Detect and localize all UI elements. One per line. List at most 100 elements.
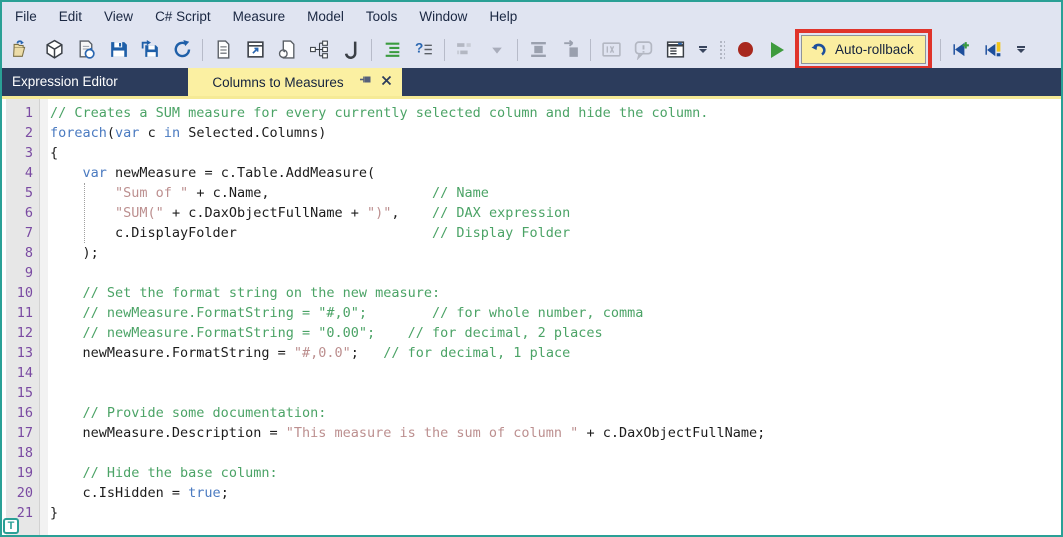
run-add-icon[interactable] bbox=[950, 39, 972, 61]
save-icon[interactable] bbox=[107, 39, 129, 61]
code-line: foreach(var c in Selected.Columns) bbox=[50, 125, 327, 141]
refresh-icon[interactable] bbox=[171, 39, 193, 61]
pin-icon[interactable] bbox=[359, 73, 372, 91]
code-line: { bbox=[50, 145, 59, 161]
code-line: "SUM(" + c.DaxObjectFullName + ")", // D… bbox=[115, 205, 571, 221]
toolbar: ? Auto-rollback bbox=[2, 29, 1061, 70]
line-number: 16 bbox=[16, 405, 33, 421]
toolbar-separator bbox=[517, 38, 518, 61]
line-number-gutter: 1 2 3 4 5 6 7 8 9 10 11 12 13 14 15 16 17 18 19 20 21 bbox=[6, 99, 40, 535]
perspective-select-icon bbox=[454, 39, 476, 61]
svg-text:?: ? bbox=[415, 41, 423, 56]
expression-brackets-icon bbox=[600, 39, 622, 61]
drag-grip[interactable] bbox=[719, 39, 725, 60]
save-as-icon[interactable] bbox=[139, 39, 161, 61]
code-line: } bbox=[50, 505, 59, 521]
toolbar-separator bbox=[202, 38, 203, 61]
tabular-editor-badge-icon: T bbox=[3, 518, 19, 534]
toolbar-separator bbox=[939, 38, 941, 61]
auto-rollback-label: Auto-rollback bbox=[835, 41, 914, 57]
code-line: // newMeasure.FormatString = "#,0"; // f… bbox=[82, 305, 644, 321]
code-line: c.DisplayFolder // Display Folder bbox=[50, 225, 571, 241]
menu-model[interactable]: Model bbox=[296, 2, 355, 31]
toolbar-separator bbox=[371, 38, 372, 61]
comment-help-icon[interactable]: ? bbox=[413, 39, 435, 61]
line-number: 17 bbox=[16, 425, 33, 441]
line-number: 12 bbox=[16, 325, 33, 341]
line-number: 19 bbox=[16, 465, 33, 481]
code-line: ); bbox=[50, 245, 99, 261]
warning-bubble-icon bbox=[632, 39, 654, 61]
line-number: 9 bbox=[24, 265, 33, 281]
toolbar-separator bbox=[590, 38, 591, 61]
menu-view[interactable]: View bbox=[93, 2, 144, 31]
line-number: 6 bbox=[24, 205, 33, 221]
open-script-window-icon[interactable] bbox=[244, 39, 266, 61]
indent-guide bbox=[84, 183, 85, 243]
form-preferences-icon[interactable] bbox=[664, 39, 686, 61]
gutter-strip bbox=[40, 99, 48, 535]
undo-icon bbox=[811, 43, 826, 56]
code-line: // Set the format string on the new meas… bbox=[82, 285, 441, 301]
line-number: 10 bbox=[16, 285, 33, 301]
line-number: 4 bbox=[24, 165, 33, 181]
auto-rollback-button[interactable]: Auto-rollback bbox=[795, 29, 932, 70]
menu-help[interactable]: Help bbox=[478, 2, 528, 31]
format-script-icon[interactable] bbox=[340, 39, 362, 61]
line-number: 14 bbox=[16, 365, 33, 381]
perspective-dropdown-icon bbox=[486, 39, 508, 61]
tab-strip: Expression Editor Columns to Measures bbox=[2, 68, 1061, 96]
code-line: newMeasure.Description = "This measure i… bbox=[50, 425, 766, 441]
line-number: 5 bbox=[24, 185, 33, 201]
menu-measure[interactable]: Measure bbox=[222, 2, 297, 31]
tab-columns-to-measures[interactable]: Columns to Measures bbox=[188, 68, 402, 96]
code-line: // Creates a SUM measure for every curre… bbox=[50, 105, 709, 121]
menu-file[interactable]: File bbox=[4, 2, 48, 31]
code-line: // newMeasure.FormatString = "0.00"; // … bbox=[82, 325, 603, 341]
code-line: newMeasure.FormatString = "#,0.0"; // fo… bbox=[50, 345, 571, 361]
code-line: "Sum of " + c.Name, // Name bbox=[115, 185, 489, 201]
code-line: // Hide the base column: bbox=[82, 465, 278, 481]
menu-edit[interactable]: Edit bbox=[48, 2, 93, 31]
menu-csharp-script[interactable]: C# Script bbox=[144, 2, 222, 31]
line-number: 2 bbox=[24, 125, 33, 141]
code-area[interactable]: // Creates a SUM measure for every curre… bbox=[48, 99, 1061, 535]
tab-label: Columns to Measures bbox=[212, 74, 344, 90]
close-icon[interactable] bbox=[381, 73, 392, 91]
tabular-editor-window: File Edit View C# Script Measure Model T… bbox=[0, 0, 1063, 537]
code-line: c.IsHidden = true; bbox=[50, 485, 229, 501]
format-dax-icon[interactable] bbox=[381, 39, 403, 61]
line-number: 15 bbox=[16, 385, 33, 401]
menu-window[interactable]: Window bbox=[408, 2, 478, 31]
pane-title: Expression Editor bbox=[12, 74, 118, 89]
line-number: 18 bbox=[16, 445, 33, 461]
line-number: 1 bbox=[24, 105, 33, 121]
new-script-icon[interactable] bbox=[212, 39, 234, 61]
save-deploy-icon[interactable] bbox=[75, 39, 97, 61]
line-number: 20 bbox=[16, 485, 33, 501]
run-highlight-icon[interactable] bbox=[982, 39, 1004, 61]
record-macro-icon[interactable] bbox=[734, 39, 756, 61]
column-insert-icon bbox=[527, 39, 549, 61]
line-number: 8 bbox=[24, 245, 33, 261]
menu-tools[interactable]: Tools bbox=[355, 2, 409, 31]
run-script-icon[interactable] bbox=[766, 39, 788, 61]
code-line: // Provide some documentation: bbox=[82, 405, 327, 421]
line-number: 7 bbox=[24, 225, 33, 241]
deploy-cube-icon[interactable] bbox=[43, 39, 65, 61]
code-line: var newMeasure = c.Table.AddMeasure( bbox=[82, 165, 376, 181]
revert-script-icon[interactable] bbox=[276, 39, 298, 61]
menu-bar: File Edit View C# Script Measure Model T… bbox=[2, 2, 1061, 31]
open-model-icon[interactable] bbox=[11, 39, 33, 61]
toolbar-separator bbox=[444, 38, 445, 61]
script-editor[interactable]: 1 2 3 4 5 6 7 8 9 10 11 12 13 14 15 16 17 18 19 20 21 // Cre… bbox=[2, 99, 1061, 535]
goto-block-icon bbox=[559, 39, 581, 61]
toolbar-options-icon[interactable] bbox=[696, 39, 710, 61]
line-number: 3 bbox=[24, 145, 33, 161]
model-tree-icon[interactable] bbox=[308, 39, 330, 61]
toolbar-overflow-icon[interactable] bbox=[1014, 39, 1028, 61]
